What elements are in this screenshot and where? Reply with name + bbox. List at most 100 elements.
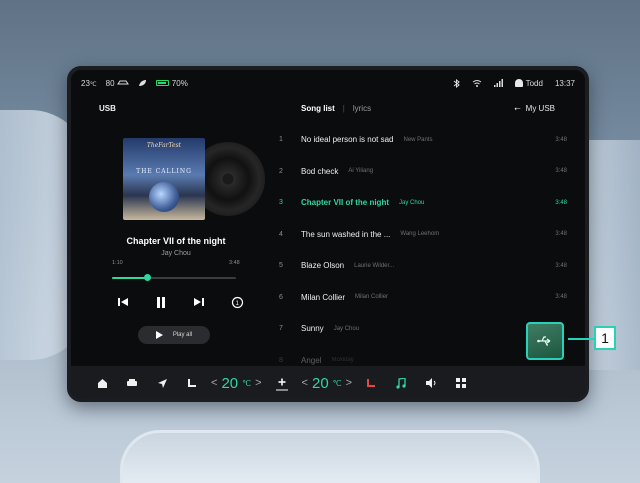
bottom-dock: < 20 ℃ > < 20 ℃ > <box>71 366 585 398</box>
infotainment-screen: 23℃ 80 70% Todd 13:37 USB Song list | ly… <box>67 66 589 402</box>
play-all-label: Play all <box>172 332 193 338</box>
driver-temp-down[interactable]: < <box>211 377 217 389</box>
home-icon <box>97 378 107 388</box>
song-title: Sunny <box>301 324 324 334</box>
play-icon <box>155 331 163 339</box>
passenger-temp-down[interactable]: < <box>302 377 308 389</box>
repeat-one-icon: 1 <box>231 296 243 308</box>
previous-icon <box>118 298 128 306</box>
dock-apps[interactable] <box>446 378 476 388</box>
dock-car[interactable] <box>117 378 147 388</box>
navigation-icon <box>157 378 167 388</box>
music-icon <box>396 377 406 389</box>
song-title: Bod check <box>301 166 339 176</box>
song-artist: Wang Leehom <box>400 231 440 238</box>
play-all-button[interactable]: Play all <box>138 326 210 344</box>
driver-temp-value: 20 <box>221 374 239 392</box>
outside-temperature: 23℃ <box>81 78 97 88</box>
cellular-signal-icon <box>493 79 503 87</box>
song-number: 5 <box>279 262 283 270</box>
song-title: Blaze Olson <box>301 261 345 271</box>
dock-home[interactable] <box>87 378 117 389</box>
tab-lyrics[interactable]: lyrics <box>353 104 371 113</box>
passenger-temperature-control[interactable]: < 20 ℃ > <box>302 375 353 392</box>
list-item[interactable]: 2 Bod check Ai Yiliang 3:48 <box>277 156 567 188</box>
next-icon <box>194 298 204 306</box>
volume-icon <box>426 378 436 388</box>
elapsed-time: 1:10 <box>112 260 123 266</box>
list-item[interactable]: 7 Sunny Jay Chou <box>277 313 567 345</box>
album-cover: TheFarTest THE CALLING <box>123 138 205 220</box>
pause-icon <box>157 296 165 308</box>
dock-passenger-seat[interactable] <box>356 378 386 389</box>
pause-button[interactable] <box>153 294 169 310</box>
list-item[interactable]: 1 No ideal person is not sad New Pants 3:48 <box>277 124 567 156</box>
song-number: 8 <box>279 356 283 364</box>
passenger-seat-icon <box>366 378 375 387</box>
callout-line <box>568 338 594 340</box>
bluetooth-icon <box>453 78 460 88</box>
now-playing-title: Chapter VII of the night <box>126 236 226 246</box>
view-tabs: Song list | lyrics <box>301 104 371 113</box>
user-profile[interactable]: Todd <box>514 79 543 88</box>
song-artist: Laurie Wilder... <box>354 262 395 269</box>
user-icon <box>514 79 523 88</box>
list-item[interactable]: 5 Blaze Olson Laurie Wilder... 3:48 <box>277 250 567 282</box>
dock-music[interactable] <box>386 377 416 389</box>
album-name: THE CALLING <box>136 168 192 175</box>
car-range-icon <box>116 80 129 84</box>
song-number: 4 <box>279 230 283 238</box>
song-number: 6 <box>279 293 283 301</box>
source-label: USB <box>99 104 116 113</box>
dock-fan[interactable] <box>266 376 298 391</box>
song-duration: 3:48 <box>555 231 567 238</box>
album-art-planet <box>149 182 179 212</box>
dock-seat-heat[interactable] <box>177 378 207 389</box>
song-list: 1 No ideal person is not sad New Pants 3:48… <box>277 124 567 376</box>
song-title: No ideal person is not sad <box>301 135 394 145</box>
song-duration: 3:48 <box>555 199 567 206</box>
leaf-icon <box>138 80 146 86</box>
usb-icon <box>537 336 551 346</box>
dock-navigation[interactable] <box>147 378 177 389</box>
playback-controls: 1 <box>115 294 245 310</box>
usb-source-button[interactable] <box>526 322 564 360</box>
song-duration: 3:48 <box>555 262 567 269</box>
tab-song-list[interactable]: Song list <box>301 104 335 113</box>
song-artist: New Pants <box>403 136 433 143</box>
list-item[interactable]: 4 The sun washed in the ... Wang Leehom 3:4… <box>277 219 567 251</box>
song-title: The sun washed in the ... <box>301 229 391 239</box>
progress-slider[interactable] <box>112 274 236 281</box>
list-item[interactable]: 3 Chapter VII of the night Jay Chou 3:48 <box>277 187 567 219</box>
tab-separator: | <box>342 104 345 113</box>
car-icon <box>127 379 137 386</box>
now-playing-artist: Jay Chou <box>161 250 191 257</box>
wifi-icon <box>472 80 481 87</box>
passenger-temp-up[interactable]: > <box>346 377 352 389</box>
list-item[interactable]: 6 Milan Collier Milan Collier 3:48 <box>277 282 567 314</box>
svg-text:1: 1 <box>235 301 239 307</box>
air-vent <box>120 430 540 483</box>
battery-icon <box>155 79 169 86</box>
repeat-one-button[interactable]: 1 <box>229 294 245 310</box>
dock-volume[interactable] <box>416 378 446 388</box>
callout-label: 1 <box>594 326 616 350</box>
apps-icon <box>456 378 467 388</box>
song-duration: 3:48 <box>555 294 567 301</box>
next-button[interactable] <box>191 294 207 310</box>
driver-temperature-control[interactable]: < 20 ℃ > <box>211 375 262 392</box>
progress-knob[interactable] <box>143 274 151 281</box>
status-bar: 23℃ 80 70% Todd 13:37 <box>71 70 585 96</box>
song-number: 2 <box>279 167 283 175</box>
song-duration: 3:48 <box>555 168 567 175</box>
my-usb-button[interactable]: ⭠ My USB <box>514 104 555 114</box>
driver-temp-up[interactable]: > <box>255 377 261 389</box>
song-title: Angel <box>301 355 322 365</box>
usb-small-icon: ⭠ <box>514 104 521 113</box>
range-indicator: 80 <box>106 79 129 88</box>
song-title: Chapter VII of the night <box>301 198 389 208</box>
seat-heat-icon <box>187 378 196 387</box>
progress-fill <box>112 277 147 279</box>
battery-indicator: 70% <box>155 79 188 88</box>
previous-button[interactable] <box>115 294 131 310</box>
